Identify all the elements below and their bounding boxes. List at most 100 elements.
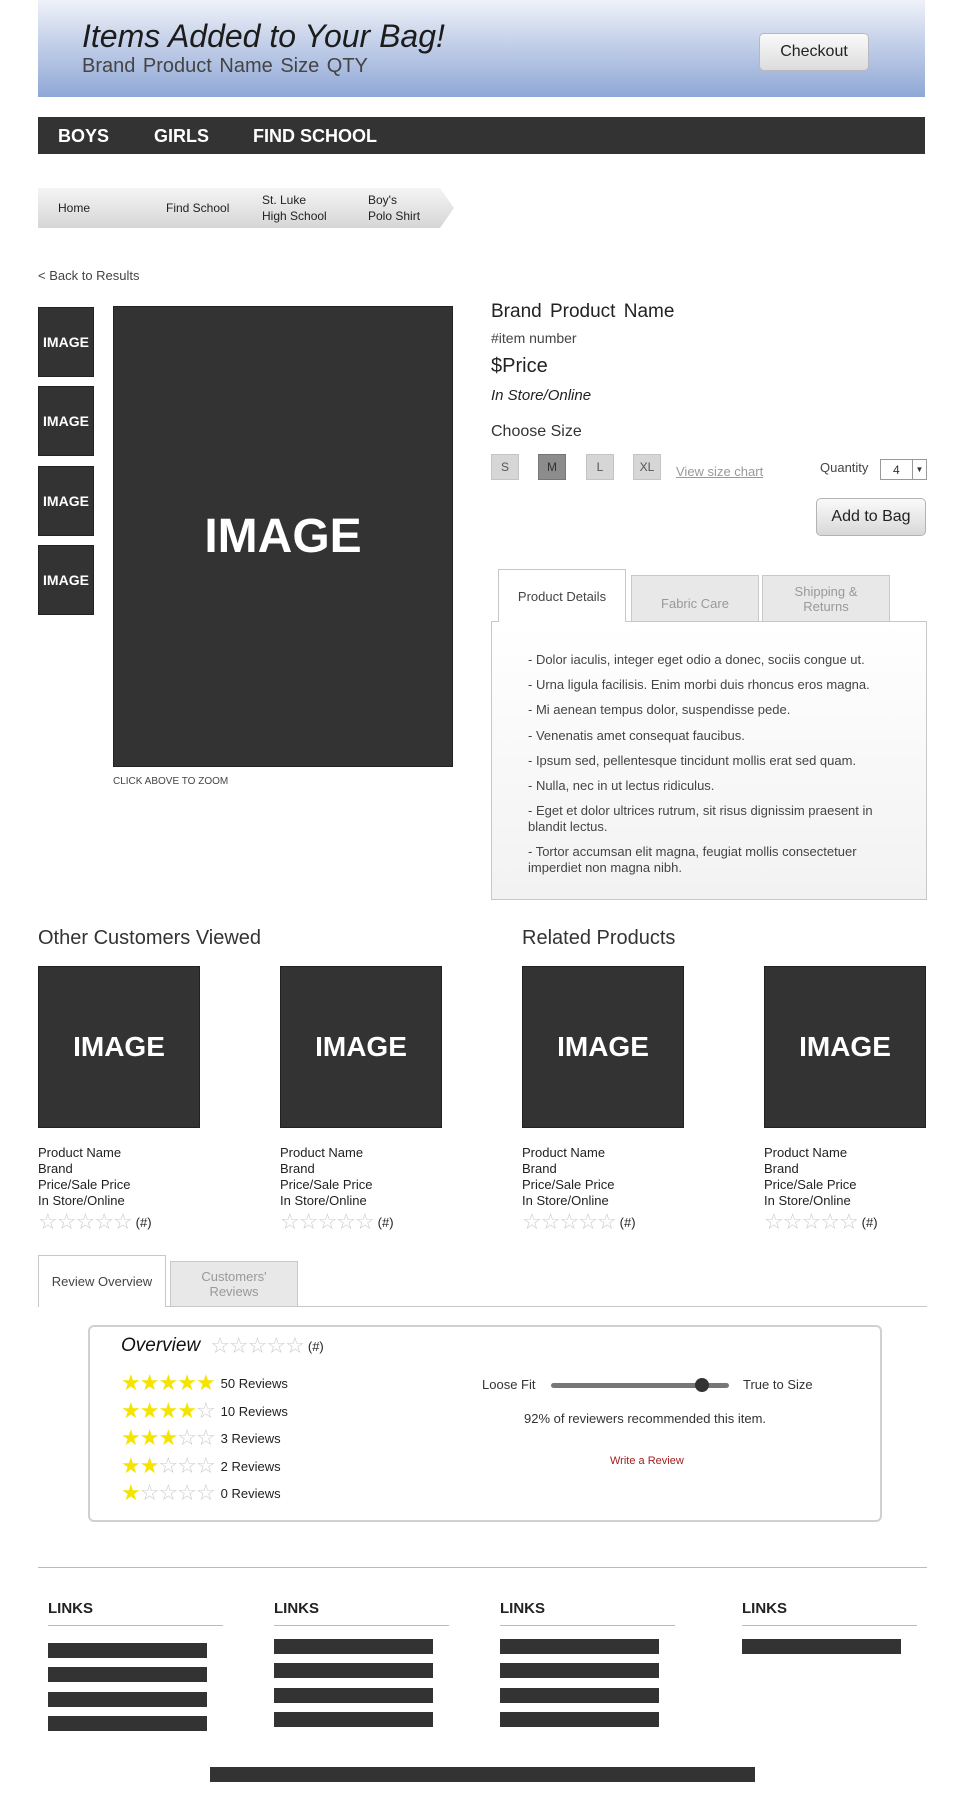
card-review-count: (#) [619, 1214, 636, 1230]
footer-link-placeholder[interactable] [500, 1712, 659, 1727]
star-rating-icon: ☆☆☆☆☆ [522, 1209, 617, 1234]
footer-link-placeholder[interactable] [48, 1667, 207, 1682]
product-card-info: Product Name Brand Price/Sale Price In S… [280, 1145, 372, 1209]
choose-size-label: Choose Size [491, 423, 582, 440]
thumbnail-image[interactable]: IMAGE [38, 307, 94, 377]
tab-review-overview[interactable]: Review Overview [38, 1255, 166, 1307]
thumbnail-image[interactable]: IMAGE [38, 545, 94, 615]
card-price: Price/Sale Price [38, 1177, 131, 1192]
breadcrumb-product[interactable]: Boy's Polo Shirt [338, 188, 454, 228]
recommendation-text: 92% of reviewers recommended this item. [524, 1411, 767, 1426]
nav-item-girls[interactable]: GIRLS [154, 126, 209, 147]
chevron-down-icon[interactable]: ▼ [912, 460, 926, 479]
rating-breakdown-row[interactable]: ★★★☆☆ 3 Reviews [121, 1427, 281, 1449]
footer-link-placeholder[interactable] [48, 1692, 207, 1707]
zoom-hint: CLICK ABOVE TO ZOOM [113, 776, 229, 787]
detail-bullet: - Venenatis amet consequat faucibus. [528, 727, 745, 743]
rating-breakdown-count: 2 Reviews [220, 1458, 281, 1474]
write-review-link[interactable]: Write a Review [610, 1455, 684, 1467]
banner-title: Items Added to Your Bag! [82, 18, 445, 54]
rating-breakdown-row[interactable]: ★★★★★ 50 Reviews [121, 1372, 288, 1394]
footer-links-title: LINKS [500, 1600, 545, 1617]
footer-link-placeholder[interactable] [500, 1688, 659, 1703]
breadcrumb-find-school[interactable]: Find School [140, 188, 258, 228]
footer-column-divider [500, 1625, 675, 1626]
card-product-name[interactable]: Product Name [522, 1145, 614, 1161]
footer-link-placeholder[interactable] [742, 1639, 901, 1654]
cart-banner: Items Added to Your Bag! Brand Product N… [38, 0, 925, 97]
nav-item-boys[interactable]: BOYS [58, 126, 109, 147]
footer-bottom-bar [210, 1767, 755, 1782]
footer-link-placeholder[interactable] [274, 1663, 433, 1678]
overview-title: Overview [121, 1335, 201, 1356]
product-card-image[interactable]: IMAGE [280, 966, 442, 1128]
product-card-image[interactable]: IMAGE [522, 966, 684, 1128]
rating-breakdown-row[interactable]: ★★★★☆ 10 Reviews [121, 1400, 288, 1422]
related-products-title: Related Products [522, 927, 676, 949]
star-rating-icon: ☆☆☆☆☆ [764, 1209, 859, 1234]
tab-fabric-care[interactable]: Fabric Care [631, 575, 759, 621]
product-details-panel: - Dolor iaculis, integer eget odio a don… [491, 621, 927, 900]
card-brand: Brand [280, 1161, 315, 1176]
product-card-image[interactable]: IMAGE [38, 966, 200, 1128]
star-rating-icon: ☆☆☆☆☆ [280, 1209, 375, 1234]
main-nav: BOYS GIRLS FIND SCHOOL [38, 117, 925, 154]
product-card-image[interactable]: IMAGE [764, 966, 926, 1128]
rating-breakdown-row[interactable]: ★★☆☆☆ 2 Reviews [121, 1455, 281, 1477]
fit-scale-left-label: Loose Fit [482, 1377, 536, 1392]
star-rating-icon: ☆☆☆☆☆ [210, 1333, 305, 1358]
footer-link-placeholder[interactable] [274, 1688, 433, 1703]
footer-links-title: LINKS [48, 1600, 93, 1617]
quantity-select[interactable]: 4 ▼ [880, 459, 927, 480]
product-card-info: Product Name Brand Price/Sale Price In S… [764, 1145, 856, 1209]
card-product-name[interactable]: Product Name [280, 1145, 372, 1161]
rating-breakdown-count: 10 Reviews [220, 1403, 288, 1419]
size-option-l[interactable]: L [586, 454, 614, 480]
footer-link-placeholder[interactable] [48, 1643, 207, 1658]
overview-review-count: (#) [307, 1338, 324, 1354]
detail-bullet: - Tortor accumsan elit magna, feugiat mo… [528, 844, 857, 876]
card-brand: Brand [522, 1161, 557, 1176]
size-option-s[interactable]: S [491, 454, 519, 480]
card-availability: In Store/Online [38, 1193, 125, 1208]
main-product-image[interactable]: IMAGE [113, 306, 453, 767]
review-tabs-divider [38, 1306, 927, 1307]
quantity-value: 4 [893, 462, 900, 477]
breadcrumb-home[interactable]: Home [38, 188, 158, 228]
rating-breakdown-count: 50 Reviews [220, 1375, 288, 1391]
size-option-xl[interactable]: XL [633, 454, 661, 480]
card-review-count: (#) [861, 1214, 878, 1230]
rating-breakdown-row[interactable]: ★☆☆☆☆ 0 Reviews [121, 1482, 281, 1504]
thumbnail-image[interactable]: IMAGE [38, 386, 94, 456]
rating-breakdown-count: 3 Reviews [220, 1430, 281, 1446]
footer-link-placeholder[interactable] [274, 1712, 433, 1727]
footer-link-placeholder[interactable] [274, 1639, 433, 1654]
detail-bullet: - Ipsum sed, pellentesque tincidunt moll… [528, 752, 857, 768]
card-review-count: (#) [377, 1214, 394, 1230]
card-price: Price/Sale Price [764, 1177, 857, 1192]
add-to-bag-button[interactable]: Add to Bag [816, 498, 926, 536]
card-product-name[interactable]: Product Name [764, 1145, 856, 1161]
detail-bullet: - Dolor iaculis, integer eget odio a don… [528, 652, 865, 667]
size-option-m[interactable]: M [538, 454, 566, 480]
card-rating: ☆☆☆☆☆ (#) [38, 1211, 152, 1233]
footer-link-placeholder[interactable] [500, 1663, 659, 1678]
footer-link-placeholder[interactable] [48, 1716, 207, 1731]
checkout-button[interactable]: Checkout [759, 33, 869, 71]
size-chart-link[interactable]: View size chart [676, 464, 763, 479]
detail-bullet: - Eget et dolor ultrices rutrum, sit ris… [528, 803, 873, 835]
detail-bullet: - Nulla, nec in ut lectus ridiculus. [528, 777, 715, 793]
card-availability: In Store/Online [280, 1193, 367, 1208]
footer-column-divider [48, 1625, 223, 1626]
breadcrumb-school[interactable]: St. Luke High School [238, 188, 356, 228]
tab-customers-reviews[interactable]: Customers' Reviews [170, 1261, 298, 1306]
card-rating: ☆☆☆☆☆ (#) [764, 1211, 878, 1233]
back-to-results-link[interactable]: < Back to Results [38, 268, 140, 283]
tab-shipping-returns[interactable]: Shipping & Returns [762, 575, 890, 621]
card-product-name[interactable]: Product Name [38, 1145, 130, 1161]
nav-item-find-school[interactable]: FIND SCHOOL [253, 126, 377, 147]
footer-link-placeholder[interactable] [500, 1639, 659, 1654]
thumbnail-image[interactable]: IMAGE [38, 466, 94, 536]
card-price: Price/Sale Price [280, 1177, 373, 1192]
tab-product-details[interactable]: Product Details [498, 569, 626, 622]
